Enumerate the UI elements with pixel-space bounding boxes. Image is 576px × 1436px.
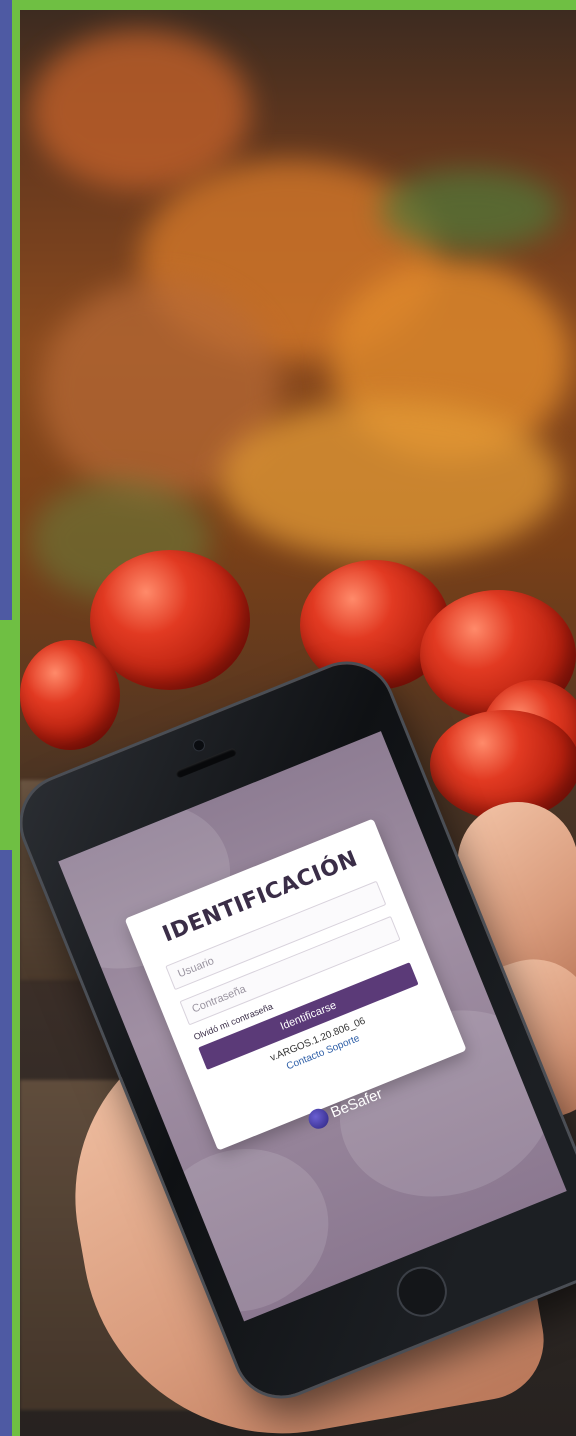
tomato [20, 640, 120, 750]
photo-scene: IDENTIFICACIÓN Olvidó mi contraseña Iden… [0, 0, 576, 1436]
front-camera-icon [192, 738, 206, 752]
frame-left-purple [0, 0, 12, 620]
produce-blur [30, 30, 250, 190]
produce-blur [380, 170, 560, 250]
frame-left-purple [0, 850, 12, 1436]
frame-top-green [0, 0, 576, 10]
produce-blur [220, 400, 560, 560]
home-button [389, 1259, 455, 1325]
speaker-grille [174, 747, 238, 779]
